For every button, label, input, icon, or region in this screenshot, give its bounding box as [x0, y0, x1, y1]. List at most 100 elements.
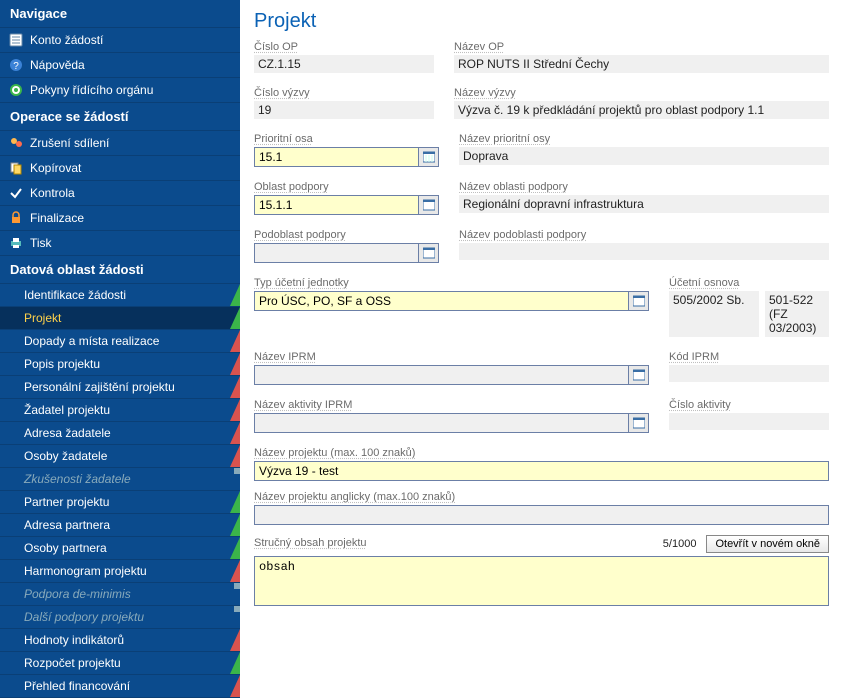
nav-zruseni-sdileni[interactable]: Zrušení sdílení: [0, 131, 240, 156]
strucny-obsah-textarea[interactable]: [254, 556, 829, 606]
nav-partner[interactable]: Partner projektu: [0, 491, 240, 514]
kod-iprm-value: [669, 365, 829, 382]
nav-label: Adresa partnera: [24, 518, 110, 532]
prioritni-osa-input[interactable]: [255, 148, 418, 166]
calendar-picker-icon[interactable]: [418, 196, 438, 214]
oblast-podpory-input[interactable]: [255, 196, 418, 214]
nav-label: Kontrola: [30, 186, 75, 200]
nav-label: Další podpory projektu: [24, 610, 144, 624]
nazev-prioritni-osy-value: Doprava: [459, 147, 829, 165]
nazev-aktivity-input[interactable]: [255, 414, 628, 432]
nav-zadatel[interactable]: Žadatel projektu: [0, 399, 240, 422]
nav-tisk[interactable]: Tisk: [0, 231, 240, 256]
nav-personalni[interactable]: Personální zajištění projektu: [0, 376, 240, 399]
nazev-op-value: ROP NUTS II Střední Čechy: [454, 55, 829, 73]
nazev-projektu-label: Název projektu (max. 100 znaků): [254, 447, 829, 459]
nav-label: Identifikace žádosti: [24, 288, 126, 302]
unshare-icon: [8, 135, 24, 151]
content: Projekt Číslo OP CZ.1.15 Název OP ROP NU…: [240, 0, 843, 698]
nazev-projektu-en-input[interactable]: [254, 505, 829, 525]
nav-projekt[interactable]: Projekt: [0, 307, 240, 330]
nazev-vyzvy-value: Výzva č. 19 k předkládání projektů pro o…: [454, 101, 829, 119]
nav-label: Hodnoty indikátorů: [24, 633, 124, 647]
kod-iprm-label: Kód IPRM: [669, 351, 829, 363]
sidebar: Navigace Konto žádostí ? Nápověda Pokyny…: [0, 0, 240, 698]
nazev-oblasti-label: Název oblasti podpory: [459, 181, 829, 193]
nazev-vyzvy-label: Název výzvy: [454, 87, 829, 99]
nav-pokyny[interactable]: Pokyny řídícího orgánu: [0, 78, 240, 103]
nav-label: Podpora de-minimis: [24, 587, 131, 601]
nazev-iprm-input[interactable]: [255, 366, 628, 384]
nazev-op-label: Název OP: [454, 41, 829, 53]
typ-uj-input[interactable]: [255, 292, 628, 310]
ucetni-osnova-value2: 501-522 (FZ 03/2003): [765, 291, 829, 337]
nav-dopady[interactable]: Dopady a místa realizace: [0, 330, 240, 353]
nazev-oblasti-value: Regionální dopravní infrastruktura: [459, 195, 829, 213]
nav-rozpocet[interactable]: Rozpočet projektu: [0, 652, 240, 675]
prioritni-osa-combo[interactable]: [254, 147, 439, 167]
cislo-aktivity-label: Číslo aktivity: [669, 399, 829, 411]
nav-kopirovat[interactable]: Kopírovat: [0, 156, 240, 181]
nav-label: Adresa žadatele: [24, 426, 111, 440]
podoblast-input[interactable]: [255, 244, 418, 262]
nav-header-operace: Operace se žádostí: [0, 103, 240, 131]
calendar-picker-icon[interactable]: [418, 244, 438, 262]
nav-dalsi-podpory[interactable]: Další podpory projektu: [0, 606, 240, 629]
nav-label: Pokyny řídícího orgánu: [30, 83, 153, 97]
nav-popis-projektu[interactable]: Popis projektu: [0, 353, 240, 376]
nav-harmonogram[interactable]: Harmonogram projektu: [0, 560, 240, 583]
nav-label: Osoby partnera: [24, 541, 107, 555]
nav-prehled-financovani[interactable]: Přehled financování: [0, 675, 240, 698]
nav-hodnoty-indikatoru[interactable]: Hodnoty indikátorů: [0, 629, 240, 652]
podoblast-label: Podoblast podpory: [254, 229, 439, 241]
open-new-window-button[interactable]: Otevřít v novém okně: [706, 535, 829, 553]
nazev-projektu-input[interactable]: [254, 461, 829, 481]
typ-uj-combo[interactable]: [254, 291, 649, 311]
nav-napoveda[interactable]: ? Nápověda: [0, 53, 240, 78]
nav-label: Osoby žadatele: [24, 449, 107, 463]
nav-label: Zrušení sdílení: [30, 136, 109, 150]
list-icon: [8, 32, 24, 48]
nazev-iprm-label: Název IPRM: [254, 351, 649, 363]
nazev-aktivity-combo[interactable]: [254, 413, 649, 433]
nazev-podoblasti-value: [459, 243, 829, 260]
nav-label: Dopady a místa realizace: [24, 334, 159, 348]
nazev-iprm-combo[interactable]: [254, 365, 649, 385]
cislo-vyzvy-value: 19: [254, 101, 434, 119]
ucetni-osnova-label: Účetní osnova: [669, 277, 829, 289]
char-counter: 5/1000: [663, 538, 697, 550]
nav-header-navigace: Navigace: [0, 0, 240, 28]
calendar-picker-icon[interactable]: [628, 292, 648, 310]
cislo-op-value: CZ.1.15: [254, 55, 434, 73]
lock-icon: [8, 210, 24, 226]
nav-zkusenosti[interactable]: Zkušenosti žadatele: [0, 468, 240, 491]
copy-icon: [8, 160, 24, 176]
nazev-podoblasti-label: Název podoblasti podpory: [459, 229, 829, 241]
nav-osoby-partnera[interactable]: Osoby partnera: [0, 537, 240, 560]
svg-text:?: ?: [13, 61, 19, 72]
nav-adresa-partnera[interactable]: Adresa partnera: [0, 514, 240, 537]
calendar-picker-icon[interactable]: [418, 148, 438, 166]
nav-label: Popis projektu: [24, 357, 100, 371]
calendar-picker-icon[interactable]: [628, 366, 648, 384]
nav-label: Nápověda: [30, 58, 85, 72]
nav-identifikace-zadosti[interactable]: Identifikace žádosti: [0, 284, 240, 307]
cislo-aktivity-value: [669, 413, 829, 430]
page-title: Projekt: [254, 10, 829, 33]
info-icon: [8, 82, 24, 98]
nav-finalizace[interactable]: Finalizace: [0, 206, 240, 231]
nav-adresa-zadatele[interactable]: Adresa žadatele: [0, 422, 240, 445]
nazev-aktivity-label: Název aktivity IPRM: [254, 399, 649, 411]
nav-podpora-deminimis[interactable]: Podpora de-minimis: [0, 583, 240, 606]
nav-osoby-zadatele[interactable]: Osoby žadatele: [0, 445, 240, 468]
podoblast-combo[interactable]: [254, 243, 439, 263]
check-icon: [8, 185, 24, 201]
calendar-picker-icon[interactable]: [628, 414, 648, 432]
oblast-podpory-combo[interactable]: [254, 195, 439, 215]
nav-kontrola[interactable]: Kontrola: [0, 181, 240, 206]
nav-label: Zkušenosti žadatele: [24, 472, 131, 486]
nav-label: Finalizace: [30, 211, 84, 225]
nav-header-datova: Datová oblast žádosti: [0, 256, 240, 284]
nav-konto-zadosti[interactable]: Konto žádostí: [0, 28, 240, 53]
nav-label: Rozpočet projektu: [24, 656, 121, 670]
